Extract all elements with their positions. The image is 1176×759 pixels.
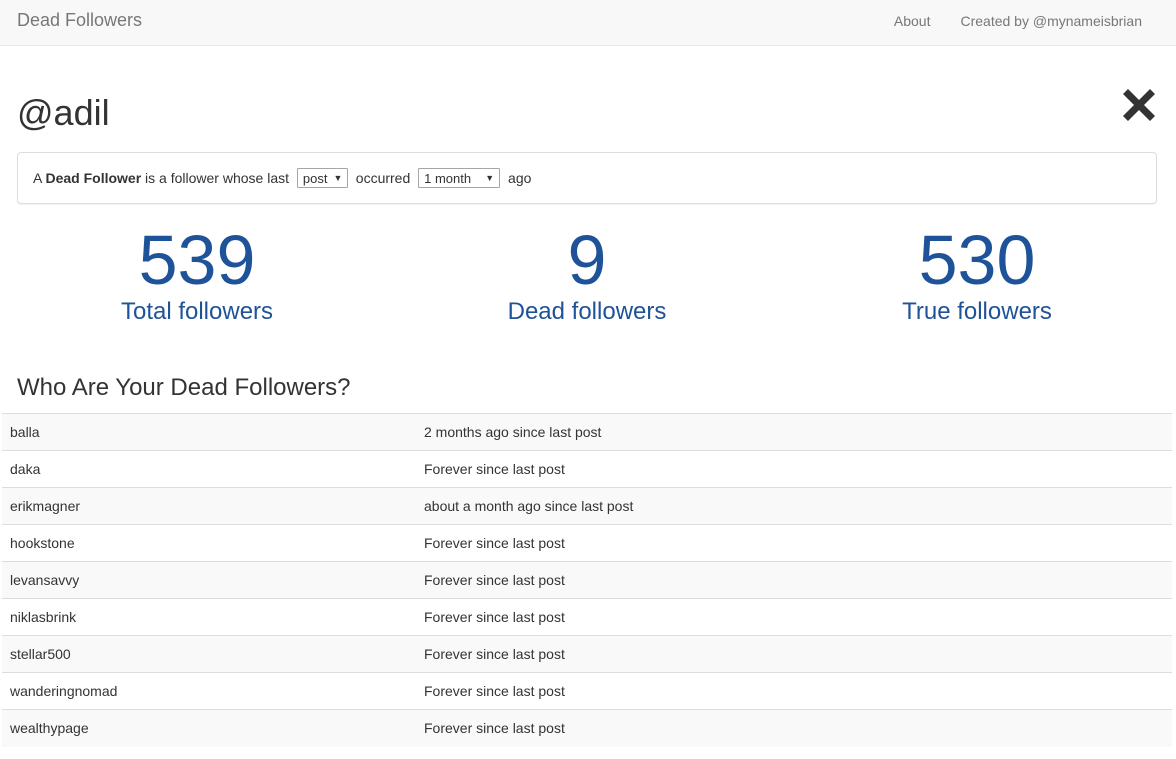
table-row: wanderingnomad Forever since last post <box>2 672 1172 710</box>
table-row: daka Forever since last post <box>2 450 1172 488</box>
definition-prefix: A <box>33 170 46 186</box>
stat-total: 539 Total followers <box>2 218 392 326</box>
table-row: balla 2 months ago since last post <box>2 413 1172 451</box>
stat-true-label: True followers <box>902 298 1052 325</box>
stat-total-value: 539 <box>138 221 256 299</box>
stat-dead: 9 Dead followers <box>392 218 782 326</box>
table-row: niklasbrink Forever since last post <box>2 598 1172 636</box>
follower-name: daka <box>2 450 416 488</box>
table-row: levansavvy Forever since last post <box>2 561 1172 599</box>
dead-followers-table: balla 2 months ago since last post daka … <box>2 413 1172 747</box>
activity-type-select[interactable]: post ▼ <box>296 168 348 188</box>
section-title: Who Are Your Dead Followers? <box>17 374 351 401</box>
follower-name: levansavvy <box>2 561 416 599</box>
stat-true-value: 530 <box>918 221 1036 299</box>
table-row: erikmagner about a month ago since last … <box>2 487 1172 525</box>
nav-about-link[interactable]: About <box>894 13 931 29</box>
follower-name: wealthypage <box>2 709 416 747</box>
nav-links: About Created by @mynameisbrian <box>864 13 1142 29</box>
stat-dead-label: Dead followers <box>507 298 667 325</box>
stat-total-label: Total followers <box>120 298 274 325</box>
definition-suffix: ago <box>504 170 532 186</box>
period-select[interactable]: 1 month ▼ <box>418 168 501 188</box>
follower-status: 2 months ago since last post <box>416 413 1172 451</box>
follower-name: niklasbrink <box>2 598 416 636</box>
navbar: Dead Followers About Created by @mynamei… <box>0 0 1176 46</box>
follower-name: balla <box>2 413 416 451</box>
dropdown-arrow-icon: ▼ <box>333 173 343 183</box>
nav-creator-link[interactable]: Created by @mynameisbrian <box>960 13 1142 29</box>
stat-dead-value: 9 <box>567 221 607 299</box>
close-x-icon[interactable] <box>1122 88 1156 122</box>
table-row: hookstone Forever since last post <box>2 524 1172 562</box>
definition-term: Dead Follower <box>45 170 142 186</box>
definition-panel: A Dead Follower is a follower whose last… <box>17 152 1157 204</box>
follower-name: erikmagner <box>2 487 416 525</box>
dropdown-arrow-icon: ▼ <box>485 173 495 183</box>
follower-status: about a month ago since last post <box>416 487 1172 525</box>
follower-name: wanderingnomad <box>2 672 416 710</box>
follower-status: Forever since last post <box>416 672 1172 710</box>
follower-status: Forever since last post <box>416 635 1172 673</box>
stat-true: 530 True followers <box>782 218 1172 326</box>
follower-status: Forever since last post <box>416 709 1172 747</box>
brand-link[interactable]: Dead Followers <box>17 10 142 31</box>
follower-status: Forever since last post <box>416 561 1172 599</box>
follower-name: hookstone <box>2 524 416 562</box>
table-row: wealthypage Forever since last post <box>2 709 1172 747</box>
definition-middle: is a follower whose last <box>141 170 293 186</box>
follower-status: Forever since last post <box>416 524 1172 562</box>
page-title: @adil <box>17 92 110 133</box>
definition-occurred: occurred <box>351 170 415 186</box>
period-value: 1 month <box>424 170 472 186</box>
stats-row: 539 Total followers 9 Dead followers 530… <box>0 218 1176 338</box>
table-row: stellar500 Forever since last post <box>2 635 1172 673</box>
follower-status: Forever since last post <box>416 450 1172 488</box>
follower-name: stellar500 <box>2 635 416 673</box>
activity-type-value: post <box>302 170 328 186</box>
follower-status: Forever since last post <box>416 598 1172 636</box>
